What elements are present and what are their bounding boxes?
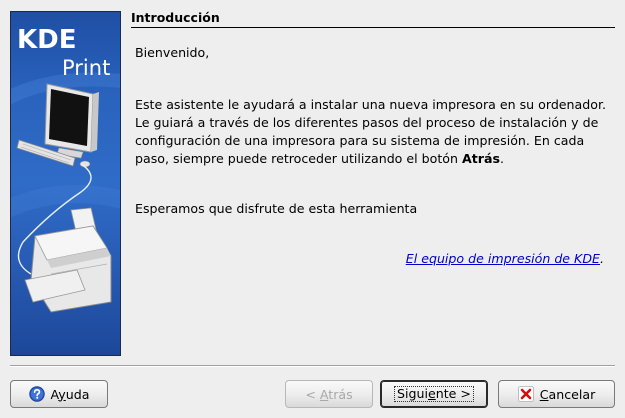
intro-line: configuración de una impresora para su s… <box>135 133 585 148</box>
welcome-text: Bienvenido, <box>135 45 210 60</box>
cancel-button-label: Cancelar <box>539 386 596 402</box>
back-button[interactable]: < Atrás <box>285 380 373 408</box>
kdeprint-banner: KDE Print <box>10 11 121 356</box>
intro-line: Le guiará a través de los diferentes pas… <box>135 115 599 130</box>
button-separator <box>10 365 615 367</box>
help-icon <box>28 386 45 402</box>
intro-paragraph: Este asistente le ayudará a instalar una… <box>135 96 610 168</box>
close-icon <box>517 386 534 402</box>
enjoy-text: Esperamos que disfrute de esta herramien… <box>135 201 418 216</box>
next-button-label: Siguiente > <box>394 386 474 402</box>
page-header: Introducción <box>131 11 615 28</box>
next-button[interactable]: Siguiente > <box>380 380 488 408</box>
team-link-period: . <box>599 251 604 266</box>
intro-line: Este asistente le ayudará a instalar una… <box>135 97 606 112</box>
back-word-bold: Atrás <box>461 151 500 166</box>
back-button-label: < Atrás <box>305 386 353 402</box>
intro-line-last: paso, siempre puede retroceder utilizand… <box>135 150 610 168</box>
printer-icon <box>24 207 112 313</box>
monitor-icon <box>44 83 99 159</box>
cancel-button[interactable]: Cancelar <box>498 380 615 408</box>
kde-print-team-link[interactable]: El equipo de impresión de KDE <box>406 251 600 266</box>
kde-logo-text: KDE <box>17 25 77 55</box>
help-button-label: Ayuda <box>50 386 90 402</box>
intro-line-text: paso, siempre puede retroceder utilizand… <box>135 151 462 166</box>
print-logo-text: Print <box>62 56 111 80</box>
intro-period: . <box>499 151 504 166</box>
help-button[interactable]: Ayuda <box>10 380 108 408</box>
team-link-line: El equipo de impresión de KDE. <box>406 250 604 268</box>
page-title: Introducción <box>131 10 220 25</box>
